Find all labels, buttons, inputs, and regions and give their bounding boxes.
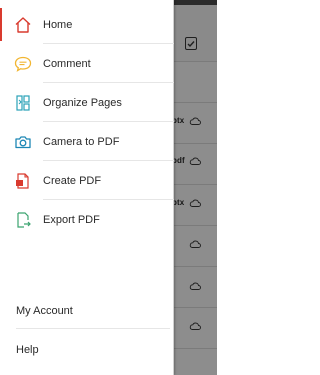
cloud-icon: [189, 199, 201, 207]
menu-item-label: Help: [16, 344, 39, 356]
menu-item-organize-pages[interactable]: Organize Pages: [0, 83, 174, 122]
cloud-icon: [189, 117, 201, 125]
home-icon: [12, 14, 34, 36]
menu-item-help[interactable]: Help: [0, 332, 174, 368]
menu-item-my-account[interactable]: My Account: [0, 293, 174, 329]
cloud-icon: [189, 240, 201, 248]
camera-icon: [12, 131, 34, 153]
divider: [16, 328, 170, 329]
export-pdf-icon: [12, 209, 34, 231]
menu-item-label: Home: [43, 18, 73, 31]
menu-item-label: Create PDF: [43, 174, 102, 187]
screen: ptx pdf ptx Home Comment Organize Pages …: [0, 0, 217, 375]
cloud-icon: [189, 282, 201, 290]
comment-icon: [12, 53, 34, 75]
menu-item-camera-to-pdf[interactable]: Camera to PDF: [0, 122, 174, 161]
organize-pages-icon: [12, 92, 34, 114]
menu-item-label: Organize Pages: [43, 96, 122, 109]
create-pdf-icon: [12, 170, 34, 192]
menu-item-label: Export PDF: [43, 213, 100, 226]
menu-item-label: My Account: [16, 305, 73, 317]
menu-item-home[interactable]: Home: [0, 5, 174, 44]
menu-item-comment[interactable]: Comment: [0, 44, 174, 83]
cloud-icon: [189, 322, 201, 330]
menu-item-export-pdf[interactable]: Export PDF: [0, 200, 174, 239]
menu-item-create-pdf[interactable]: Create PDF: [0, 161, 174, 200]
navigation-drawer: Home Comment Organize Pages Camera to PD…: [0, 0, 174, 375]
menu-item-label: Comment: [43, 57, 91, 70]
cloud-icon: [189, 157, 201, 165]
menu-item-label: Camera to PDF: [43, 135, 120, 148]
checklist-icon[interactable]: [185, 37, 197, 50]
